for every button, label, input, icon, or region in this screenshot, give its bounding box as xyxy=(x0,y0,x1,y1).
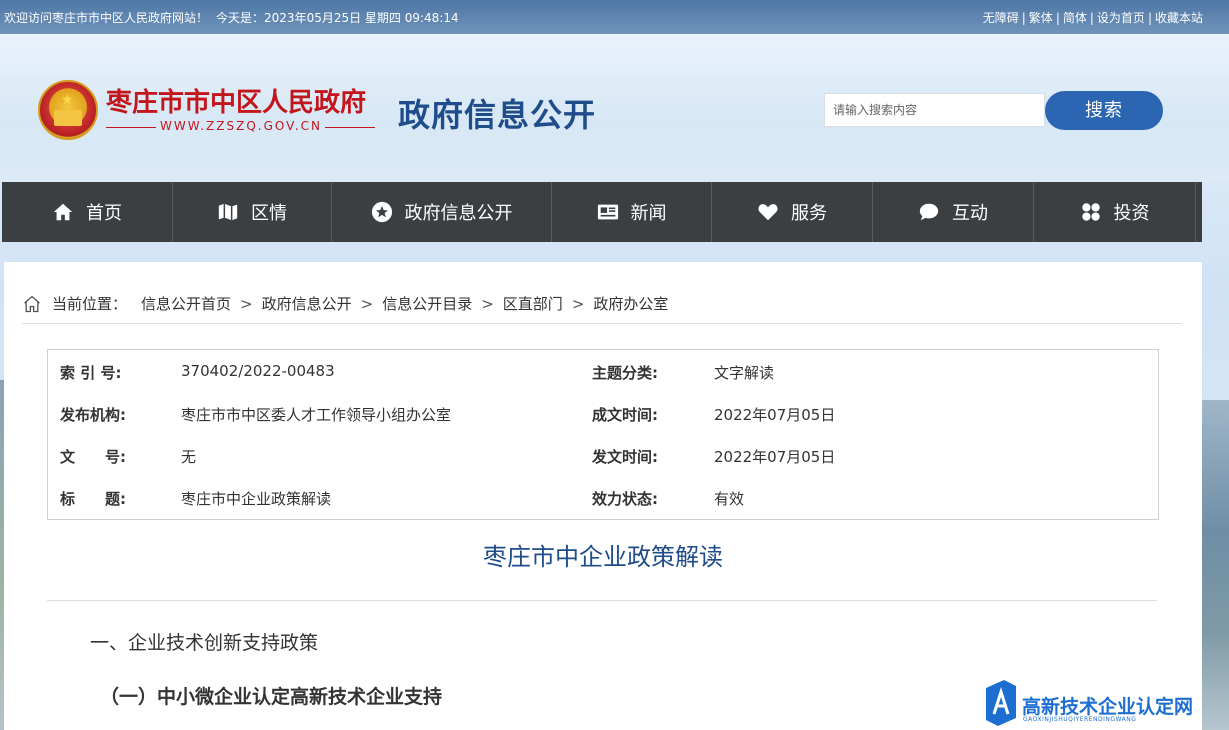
nav-item-services[interactable]: 服务 xyxy=(712,182,873,242)
index-number-label: 索 引 号: xyxy=(60,364,122,382)
created-date-label: 成文时间: xyxy=(592,406,658,424)
content-panel: 当前位置： 信息公开首页 > 政府信息公开 > 信息公开目录 > 区直部门 > … xyxy=(4,262,1202,730)
breadcrumb-item-gov-office[interactable]: 政府办公室 xyxy=(593,293,668,314)
breadcrumb-prefix: 当前位置： xyxy=(52,295,128,313)
created-date-value: 2022年07月05日 xyxy=(714,406,836,424)
watermark-logo-icon xyxy=(986,680,1016,726)
welcome-text: 欢迎访问枣庄市市中区人民政府网站！ 今天是：2023年05月25日 星期四 09:… xyxy=(4,9,467,26)
status-value: 有效 xyxy=(714,490,745,508)
breadcrumb-item-departments[interactable]: 区直部门 xyxy=(503,293,563,314)
search-input[interactable] xyxy=(833,95,1036,125)
meta-row: 索 引 号: 370402/2022-00483 主题分类: 文字解读 xyxy=(48,350,1158,392)
simplified-chinese-link[interactable]: 简体 xyxy=(1063,11,1087,25)
grid-icon xyxy=(1080,201,1102,223)
publisher-label: 发布机构: xyxy=(60,406,126,424)
set-homepage-link[interactable]: 设为首页 xyxy=(1097,11,1145,25)
traditional-chinese-link[interactable]: 繁体 xyxy=(1029,11,1053,25)
home-icon xyxy=(52,201,74,223)
publisher-value: 枣庄市市中区委人才工作领导小组办公室 xyxy=(181,406,452,424)
newspaper-icon xyxy=(597,201,619,223)
nav-label-services: 服务 xyxy=(791,203,827,224)
breadcrumb-item-info-home[interactable]: 信息公开首页 xyxy=(141,293,231,314)
national-emblem-logo[interactable]: ★ xyxy=(38,80,98,140)
nav-label-interaction: 互动 xyxy=(952,203,988,224)
doc-number-value: 无 xyxy=(181,448,197,466)
nav-label-gov-info: 政府信息公开 xyxy=(404,203,513,224)
map-icon xyxy=(217,201,239,223)
title-label: 标 题: xyxy=(60,490,126,508)
date-prefix: 今天是： xyxy=(216,11,265,25)
site-header: ★ 枣庄市市中区人民政府 WWW.ZZSZQ.GOV.CN 政府信息公开 搜索 xyxy=(0,34,1229,182)
article-heading-1: 一、企业技术创新支持政策 xyxy=(90,632,319,654)
title-value: 枣庄市中企业政策解读 xyxy=(181,490,332,508)
nav-label-overview: 区情 xyxy=(251,203,287,224)
issued-date-value: 2022年07月05日 xyxy=(714,448,836,466)
breadcrumb-divider xyxy=(22,323,1182,324)
breadcrumb-item-catalog[interactable]: 信息公开目录 xyxy=(382,293,472,314)
article-divider xyxy=(47,600,1157,601)
top-bar: 欢迎访问枣庄市市中区人民政府网站！ 今天是：2023年05月25日 星期四 09:… xyxy=(0,0,1229,34)
meta-row: 文 号: 无 发文时间: 2022年07月05日 xyxy=(48,434,1158,476)
topic-label: 主题分类: xyxy=(592,364,658,382)
nav-item-interaction[interactable]: 互动 xyxy=(873,182,1034,242)
doc-number-label: 文 号: xyxy=(60,448,126,466)
heart-icon xyxy=(757,201,779,223)
document-metadata-table: 索 引 号: 370402/2022-00483 主题分类: 文字解读 发布机构… xyxy=(47,349,1159,520)
section-title: 政府信息公开 xyxy=(398,96,597,134)
issued-date-label: 发文时间: xyxy=(592,448,658,466)
meta-row: 标 题: 枣庄市中企业政策解读 效力状态: 有效 xyxy=(48,476,1158,518)
article-heading-2: （一）中小微企业认定高新技术企业支持 xyxy=(100,686,443,708)
site-title[interactable]: 枣庄市市中区人民政府 xyxy=(106,82,366,119)
topic-value: 文字解读 xyxy=(714,364,775,382)
chat-icon xyxy=(918,201,940,223)
watermark-text: 高新技术企业认定网 xyxy=(1022,696,1194,718)
nav-label-investment: 投资 xyxy=(1113,203,1150,224)
main-nav: 首页 区情 政府信息公开 新闻 服务 互动 投资 xyxy=(2,182,1202,242)
meta-row: 发布机构: 枣庄市市中区委人才工作领导小组办公室 成文时间: 2022年07月0… xyxy=(48,392,1158,434)
search-button[interactable]: 搜索 xyxy=(1045,91,1163,130)
breadcrumb: 当前位置： 信息公开首页 > 政府信息公开 > 信息公开目录 > 区直部门 > … xyxy=(22,293,668,314)
star-icon xyxy=(371,201,393,223)
nav-label-news: 新闻 xyxy=(630,203,667,224)
status-label: 效力状态: xyxy=(592,490,658,508)
current-datetime: 2023年05月25日 星期四 09:48:14 xyxy=(264,11,459,25)
site-url: WWW.ZZSZQ.GOV.CN xyxy=(160,119,322,133)
nav-label-home: 首页 xyxy=(86,203,122,224)
search-field[interactable] xyxy=(824,93,1045,127)
index-number-value: 370402/2022-00483 xyxy=(181,362,335,380)
top-links: 无障碍 | 繁体 | 简体 | 设为首页 | 收藏本站 xyxy=(982,11,1203,25)
nav-item-news[interactable]: 新闻 xyxy=(552,182,712,242)
breadcrumb-item-gov-info[interactable]: 政府信息公开 xyxy=(262,293,352,314)
nav-item-investment[interactable]: 投资 xyxy=(1034,182,1196,242)
bookmark-link[interactable]: 收藏本站 xyxy=(1155,11,1203,25)
watermark-subtext: GAOXINJISHUQIYERENDINGWANG xyxy=(1023,716,1137,723)
nav-item-overview[interactable]: 区情 xyxy=(173,182,332,242)
accessibility-link[interactable]: 无障碍 xyxy=(983,11,1019,25)
article-title: 枣庄市中企业政策解读 xyxy=(483,543,723,571)
home-outline-icon xyxy=(24,295,40,312)
nav-item-gov-info[interactable]: 政府信息公开 xyxy=(332,182,552,242)
watermark: 高新技术企业认定网 GAOXINJISHUQIYERENDINGWANG xyxy=(982,680,1229,730)
nav-item-home[interactable]: 首页 xyxy=(2,182,173,242)
welcome-message: 欢迎访问枣庄市市中区人民政府网站！ xyxy=(4,11,209,25)
